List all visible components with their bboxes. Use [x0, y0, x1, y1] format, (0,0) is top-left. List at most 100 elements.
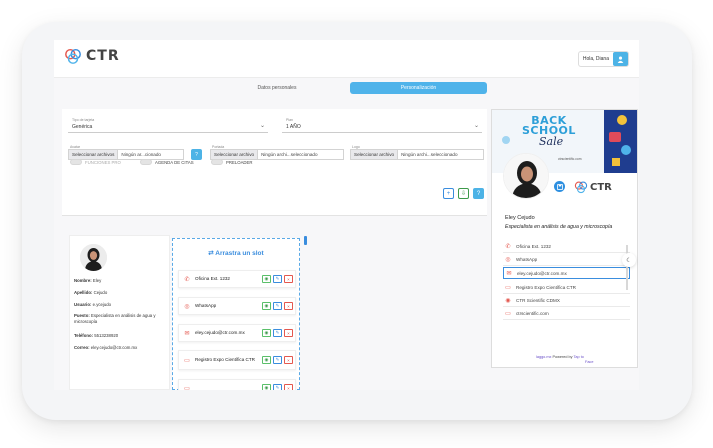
- mail-icon: ✉: [506, 270, 512, 277]
- moon-icon[interactable]: ☾: [622, 253, 636, 267]
- help-button[interactable]: ?: [473, 188, 484, 199]
- eye-icon[interactable]: ◉: [262, 275, 271, 283]
- footer-brand-link[interactable]: laggo.mx: [536, 355, 551, 359]
- slot-item[interactable]: ▭ ◉ ✎ ×: [178, 379, 296, 390]
- phone-ctr-logo: CTR: [574, 180, 612, 194]
- correo-label: Correo:: [74, 345, 90, 350]
- tipo-tarjeta-select[interactable]: Tipo de tarjeta Genérica ⌄: [68, 118, 268, 133]
- contact-link-item[interactable]: ✉ eley.cejudo@ctr.com.mx: [503, 267, 630, 279]
- user-menu[interactable]: Hola, Diana: [577, 51, 629, 67]
- close-icon[interactable]: ×: [284, 329, 293, 337]
- portada-select-button[interactable]: Seleccionar archivo: [211, 150, 259, 159]
- usuario-label: Usuario:: [74, 302, 92, 307]
- slot-label: eley.cejudo@ctr.com.mx: [195, 330, 245, 336]
- tab-datos-personales[interactable]: Datos personales: [214, 82, 340, 94]
- contact-link-item[interactable]: ◉ CTR Scientific CDMX: [503, 295, 630, 307]
- whatsapp-icon: ◎: [184, 303, 190, 310]
- close-icon[interactable]: ×: [284, 275, 293, 283]
- user-greeting: Hola, Diana: [582, 56, 609, 62]
- slot-item[interactable]: ▭ Registro Expo Científica CTR ◉ ✎ ×: [178, 350, 296, 370]
- contact-link-item[interactable]: ✆ Oficina Ext. 1232: [503, 241, 630, 253]
- slot-editor: ⇄ Arrastra un slot ✆ Oficina Ext. 1232 ◉…: [172, 238, 300, 390]
- chevron-down-icon: ⌄: [259, 123, 265, 129]
- toggle-label: AGENDA DE CITAS: [155, 159, 194, 165]
- contact-link-item[interactable]: ▭ ctrscientific.com: [503, 308, 630, 320]
- eye-icon[interactable]: ◉: [262, 302, 271, 310]
- toggle-label: PRELOADER: [226, 159, 253, 165]
- edit-icon[interactable]: ✎: [273, 384, 282, 390]
- nombre-value: Eley: [92, 278, 102, 283]
- user-icon: [613, 52, 628, 66]
- top-header: CTR Hola, Diana: [54, 40, 639, 78]
- tabs-bar: Datos personales Personalización: [54, 78, 639, 100]
- banner-title: BACK SCHOOL: [522, 115, 576, 136]
- mail-icon: ✉: [184, 330, 190, 337]
- slot-item[interactable]: ✉ eley.cejudo@ctr.com.mx ◉ ✎ ×: [178, 324, 296, 342]
- slot-label: Registro Expo Científica CTR: [195, 357, 255, 363]
- preview-nombre: Nombre: Eley: [74, 278, 167, 284]
- edit-icon[interactable]: ✎: [273, 275, 282, 283]
- eye-icon[interactable]: ◉: [262, 356, 271, 364]
- logo-text: CTR: [86, 48, 120, 64]
- edit-icon[interactable]: ✎: [273, 302, 282, 310]
- footer-powered: Powered by: [551, 355, 574, 359]
- close-icon[interactable]: ×: [284, 356, 293, 364]
- avatar-file-status: Ningún ar...cionado: [121, 152, 161, 157]
- slot-label: WhatsApp: [195, 303, 217, 309]
- contact-preview-card: Nombre: Eley Apellido: Cejudo Usuario: e…: [69, 235, 170, 390]
- banner-note: ctrscientific.com: [558, 157, 582, 161]
- tab-personalizacion[interactable]: Personalización: [350, 82, 487, 94]
- app-window: CTR Hola, Diana Datos personales Persona…: [54, 40, 639, 390]
- contact-link-label: Registro Expo Científica CTR: [516, 285, 576, 290]
- edit-icon[interactable]: ✎: [273, 329, 282, 337]
- contact-link-item[interactable]: ◎ WhatsApp: [503, 254, 630, 266]
- whatsapp-icon: ◎: [505, 257, 511, 263]
- phone-scrollbar[interactable]: [626, 245, 628, 290]
- ctr-logo-icon: [65, 48, 81, 64]
- slot-item[interactable]: ◎ WhatsApp ◉ ✎ ×: [178, 297, 296, 315]
- save-button[interactable]: ⇩: [458, 188, 469, 199]
- contact-link-label: Oficina Ext. 1232: [516, 244, 551, 249]
- edit-icon[interactable]: ✎: [273, 356, 282, 364]
- save-icon: [556, 183, 563, 190]
- logo-select-button[interactable]: Seleccionar archivo: [351, 150, 399, 159]
- customization-form: Tipo de tarjeta Genérica ⌄ Plan 1 AÑO ⌄ …: [62, 109, 487, 215]
- toggle-switch[interactable]: [70, 159, 82, 165]
- banner-sale: Sale: [539, 135, 564, 148]
- footer-face-link[interactable]: Face: [585, 360, 593, 364]
- phone-icon: ✆: [184, 276, 190, 283]
- ctr-logo[interactable]: CTR: [64, 47, 120, 65]
- eye-icon[interactable]: ◉: [262, 329, 271, 337]
- logo-file-status: Ningún archi...seleccionado: [401, 152, 458, 157]
- phone-footer: laggo.mx Powered by Tap to Face: [536, 355, 593, 365]
- contact-link-item[interactable]: ▭ Registro Expo Científica CTR: [503, 282, 630, 294]
- preview-telefono: Teléfono: 5513238920: [74, 333, 167, 339]
- save-contact-button[interactable]: [554, 181, 565, 192]
- plan-value: 1 AÑO: [286, 124, 301, 130]
- profile-role: Especialista en análisis de agua y micro…: [505, 224, 613, 230]
- logo-file-input[interactable]: Seleccionar archivo Ningún archi...selec…: [350, 149, 484, 160]
- footer-tap-link[interactable]: Tap to: [574, 355, 584, 359]
- toggle-funciones-pro[interactable]: FUNCIONES PRO: [70, 159, 121, 165]
- preview-apellido: Apellido: Cejudo: [74, 290, 167, 296]
- slot-item[interactable]: ✆ Oficina Ext. 1232 ◉ ✎ ×: [178, 270, 296, 288]
- add-button[interactable]: +: [443, 188, 454, 199]
- ctr-logo-icon: [574, 181, 588, 194]
- laptop-icon: ▭: [505, 311, 511, 317]
- phone-preview: BACK SCHOOL Sale ctrscientific.com CTR E…: [491, 109, 638, 368]
- close-icon[interactable]: ×: [284, 384, 293, 390]
- contact-link-label: eley.cejudo@ctr.com.mx: [517, 270, 567, 276]
- toggle-agenda-citas[interactable]: AGENDA DE CITAS: [140, 159, 194, 165]
- contact-link-label: WhatsApp: [516, 257, 538, 262]
- plan-select[interactable]: Plan 1 AÑO ⌄: [282, 118, 482, 133]
- contact-link-label: CTR Scientific CDMX: [516, 298, 560, 303]
- avatar-select-button[interactable]: Seleccionar archivos: [69, 150, 119, 159]
- section-divider: [62, 215, 487, 216]
- correo-value: eley.cejudo@ctr.com.mx: [90, 345, 138, 350]
- eye-icon[interactable]: ◉: [262, 384, 271, 390]
- toggle-switch[interactable]: [140, 159, 152, 165]
- editor-scrollbar[interactable]: [304, 236, 307, 245]
- toggle-preloader[interactable]: PRELOADER: [211, 159, 253, 165]
- toggle-switch[interactable]: [211, 159, 223, 165]
- close-icon[interactable]: ×: [284, 302, 293, 310]
